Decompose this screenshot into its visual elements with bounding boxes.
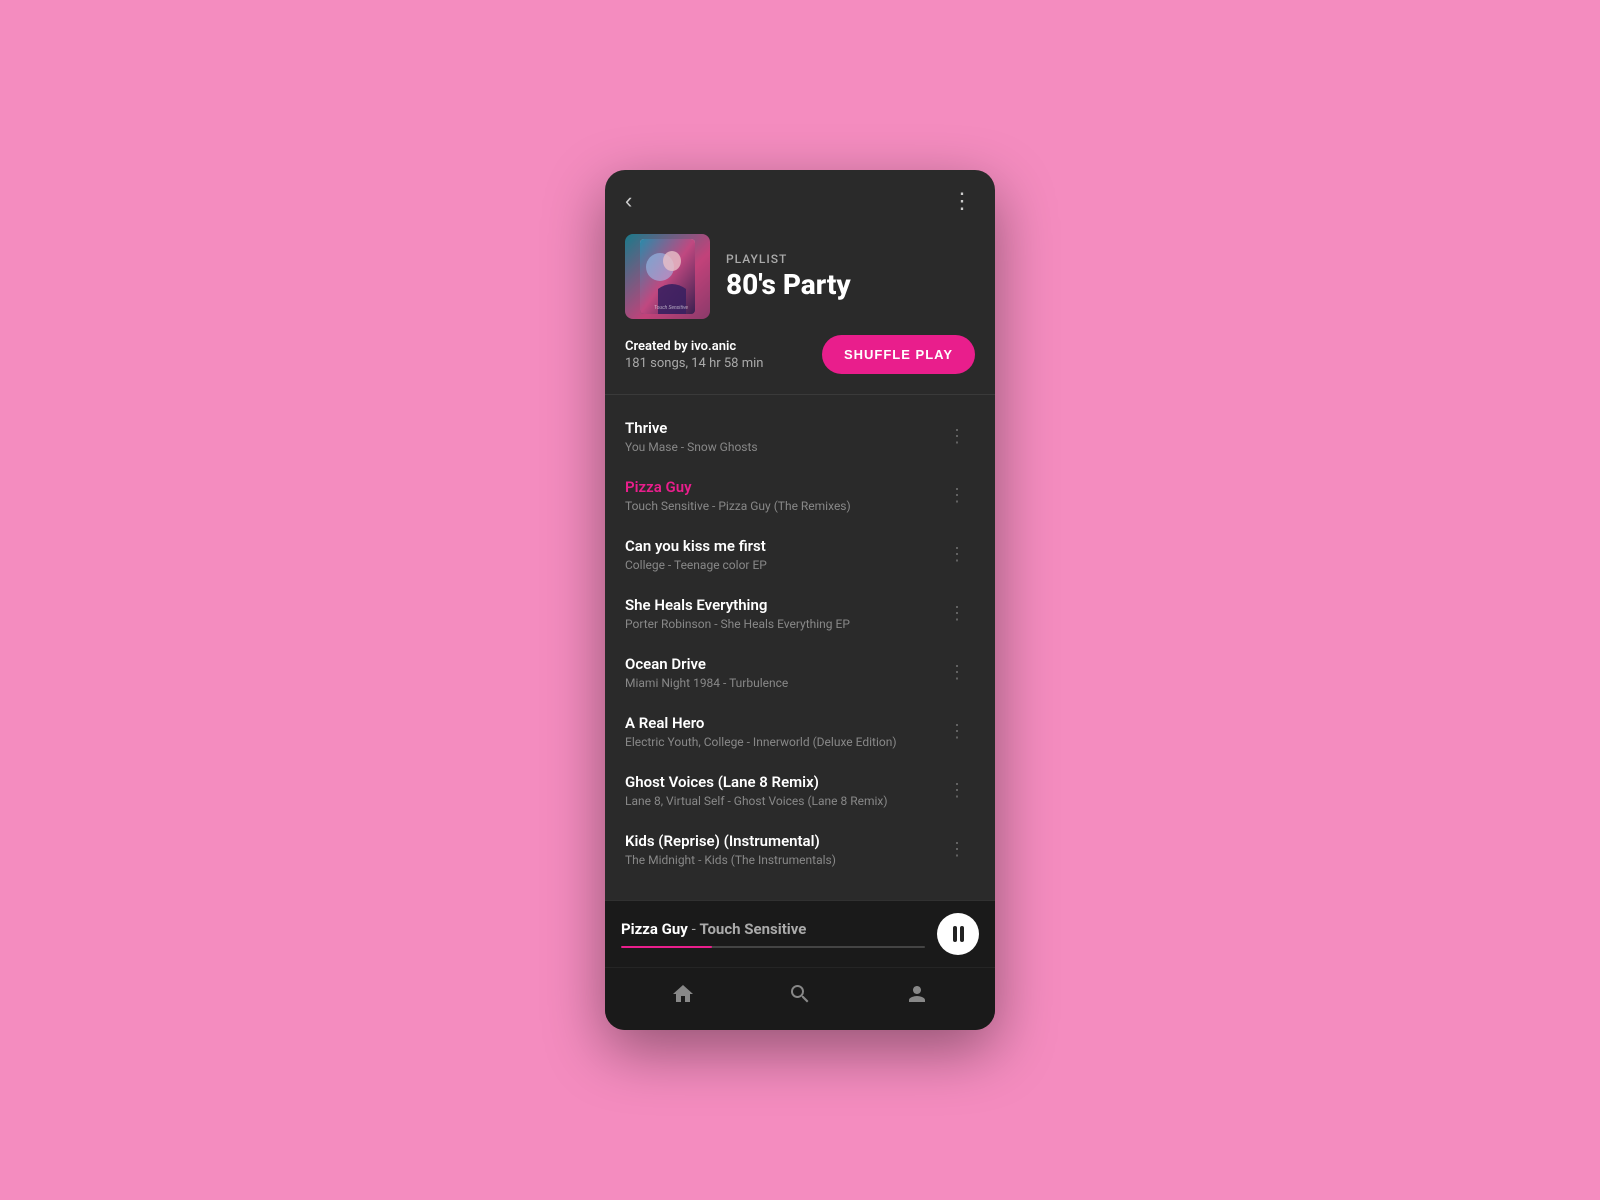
now-playing-artist: Touch Sensitive	[699, 920, 806, 938]
track-more-button[interactable]: ⋮	[940, 422, 975, 451]
shuffle-play-button[interactable]: SHUFFLE PLAY	[822, 335, 975, 374]
now-playing-track: Pizza Guy - Touch Sensitive	[621, 920, 925, 938]
track-sub: You Mase - Snow Ghosts	[625, 440, 940, 454]
more-button[interactable]: ⋮	[951, 188, 975, 214]
track-name: She Heals Everything	[625, 596, 940, 614]
track-info: Thrive You Mase - Snow Ghosts	[625, 419, 940, 454]
track-more-button[interactable]: ⋮	[940, 481, 975, 510]
track-sub: College - Teenage color EP	[625, 558, 940, 572]
nav-search-button[interactable]	[788, 982, 812, 1010]
nav-profile-button[interactable]	[905, 982, 929, 1010]
now-playing-bar[interactable]: Pizza Guy - Touch Sensitive	[605, 900, 995, 967]
track-name: Ghost Voices (Lane 8 Remix)	[625, 773, 940, 791]
track-item[interactable]: A Real Hero Electric Youth, College - Inn…	[605, 702, 995, 761]
track-info: Kids (Reprise) (Instrumental) The Midnigh…	[625, 832, 940, 867]
track-name: Can you kiss me first	[625, 537, 940, 555]
track-info: A Real Hero Electric Youth, College - Inn…	[625, 714, 940, 749]
track-more-button[interactable]: ⋮	[940, 658, 975, 687]
track-more-button[interactable]: ⋮	[940, 717, 975, 746]
track-sub: Electric Youth, College - Innerworld (De…	[625, 735, 940, 749]
now-playing-info: Pizza Guy - Touch Sensitive	[621, 920, 925, 948]
playlist-meta: Created by ivo.anic 181 songs, 14 hr 58 …	[605, 335, 995, 394]
back-button[interactable]: ‹	[625, 190, 632, 212]
track-info: Pizza Guy Touch Sensitive - Pizza Guy (Th…	[625, 478, 940, 513]
pause-bar-right	[960, 926, 964, 942]
track-more-button[interactable]: ⋮	[940, 599, 975, 628]
track-item[interactable]: Thrive You Mase - Snow Ghosts⋮	[605, 407, 995, 466]
track-sub: Lane 8, Virtual Self - Ghost Voices (Lan…	[625, 794, 940, 808]
pause-icon	[953, 926, 964, 942]
track-item[interactable]: She Heals Everything Porter Robinson - Sh…	[605, 584, 995, 643]
track-more-button[interactable]: ⋮	[940, 540, 975, 569]
track-name: A Real Hero	[625, 714, 940, 732]
playlist-title: 80's Party	[726, 270, 975, 301]
track-sub: Porter Robinson - She Heals Everything E…	[625, 617, 940, 631]
playlist-info: PLAYLIST 80's Party	[726, 252, 975, 301]
now-playing-separator: -	[688, 920, 700, 938]
user-icon	[905, 982, 929, 1010]
track-sub: Miami Night 1984 - Turbulence	[625, 676, 940, 690]
track-info: Ghost Voices (Lane 8 Remix) Lane 8, Virtu…	[625, 773, 940, 808]
pause-bar-left	[953, 926, 957, 942]
track-more-button[interactable]: ⋮	[940, 835, 975, 864]
track-name: Kids (Reprise) (Instrumental)	[625, 832, 940, 850]
home-icon	[671, 982, 695, 1010]
track-info: She Heals Everything Porter Robinson - Sh…	[625, 596, 940, 631]
progress-fill	[621, 946, 712, 948]
svg-text:Touch Sensitive: Touch Sensitive	[654, 305, 688, 311]
playlist-creator: Created by ivo.anic	[625, 339, 763, 354]
track-item[interactable]: Pizza Guy Touch Sensitive - Pizza Guy (Th…	[605, 466, 995, 525]
search-icon	[788, 982, 812, 1010]
pause-button[interactable]	[937, 913, 979, 955]
bottom-nav	[605, 967, 995, 1030]
playlist-song-count: 181 songs, 14 hr 58 min	[625, 356, 763, 371]
track-more-button[interactable]: ⋮	[940, 776, 975, 805]
now-playing-track-name: Pizza Guy	[621, 920, 688, 938]
playlist-label: PLAYLIST	[726, 252, 975, 266]
track-sub: Touch Sensitive - Pizza Guy (The Remixes…	[625, 499, 940, 513]
track-item[interactable]: Ocean Drive Miami Night 1984 - Turbulence…	[605, 643, 995, 702]
track-sub: The Midnight - Kids (The Instrumentals)	[625, 853, 940, 867]
playlist-header: Touch Sensitive PLAYLIST 80's Party	[605, 224, 995, 335]
track-item[interactable]: Ghost Voices (Lane 8 Remix) Lane 8, Virtu…	[605, 761, 995, 820]
track-info: Ocean Drive Miami Night 1984 - Turbulence	[625, 655, 940, 690]
nav-home-button[interactable]	[671, 982, 695, 1010]
track-name: Thrive	[625, 419, 940, 437]
top-bar: ‹ ⋮	[605, 170, 995, 224]
playlist-art: Touch Sensitive	[625, 234, 710, 319]
track-name: Ocean Drive	[625, 655, 940, 673]
track-info: Can you kiss me first College - Teenage c…	[625, 537, 940, 572]
track-item[interactable]: Kids (Reprise) (Instrumental) The Midnigh…	[605, 820, 995, 879]
divider	[605, 394, 995, 395]
track-name: Pizza Guy	[625, 478, 940, 496]
playlist-creator-block: Created by ivo.anic 181 songs, 14 hr 58 …	[625, 339, 763, 371]
phone-container: ‹ ⋮	[605, 170, 995, 1030]
progress-bar	[621, 946, 925, 948]
track-list: ThriveYou Mase - Snow Ghosts⋮Pizza GuyTo…	[605, 399, 995, 900]
track-item[interactable]: Can you kiss me first College - Teenage c…	[605, 525, 995, 584]
